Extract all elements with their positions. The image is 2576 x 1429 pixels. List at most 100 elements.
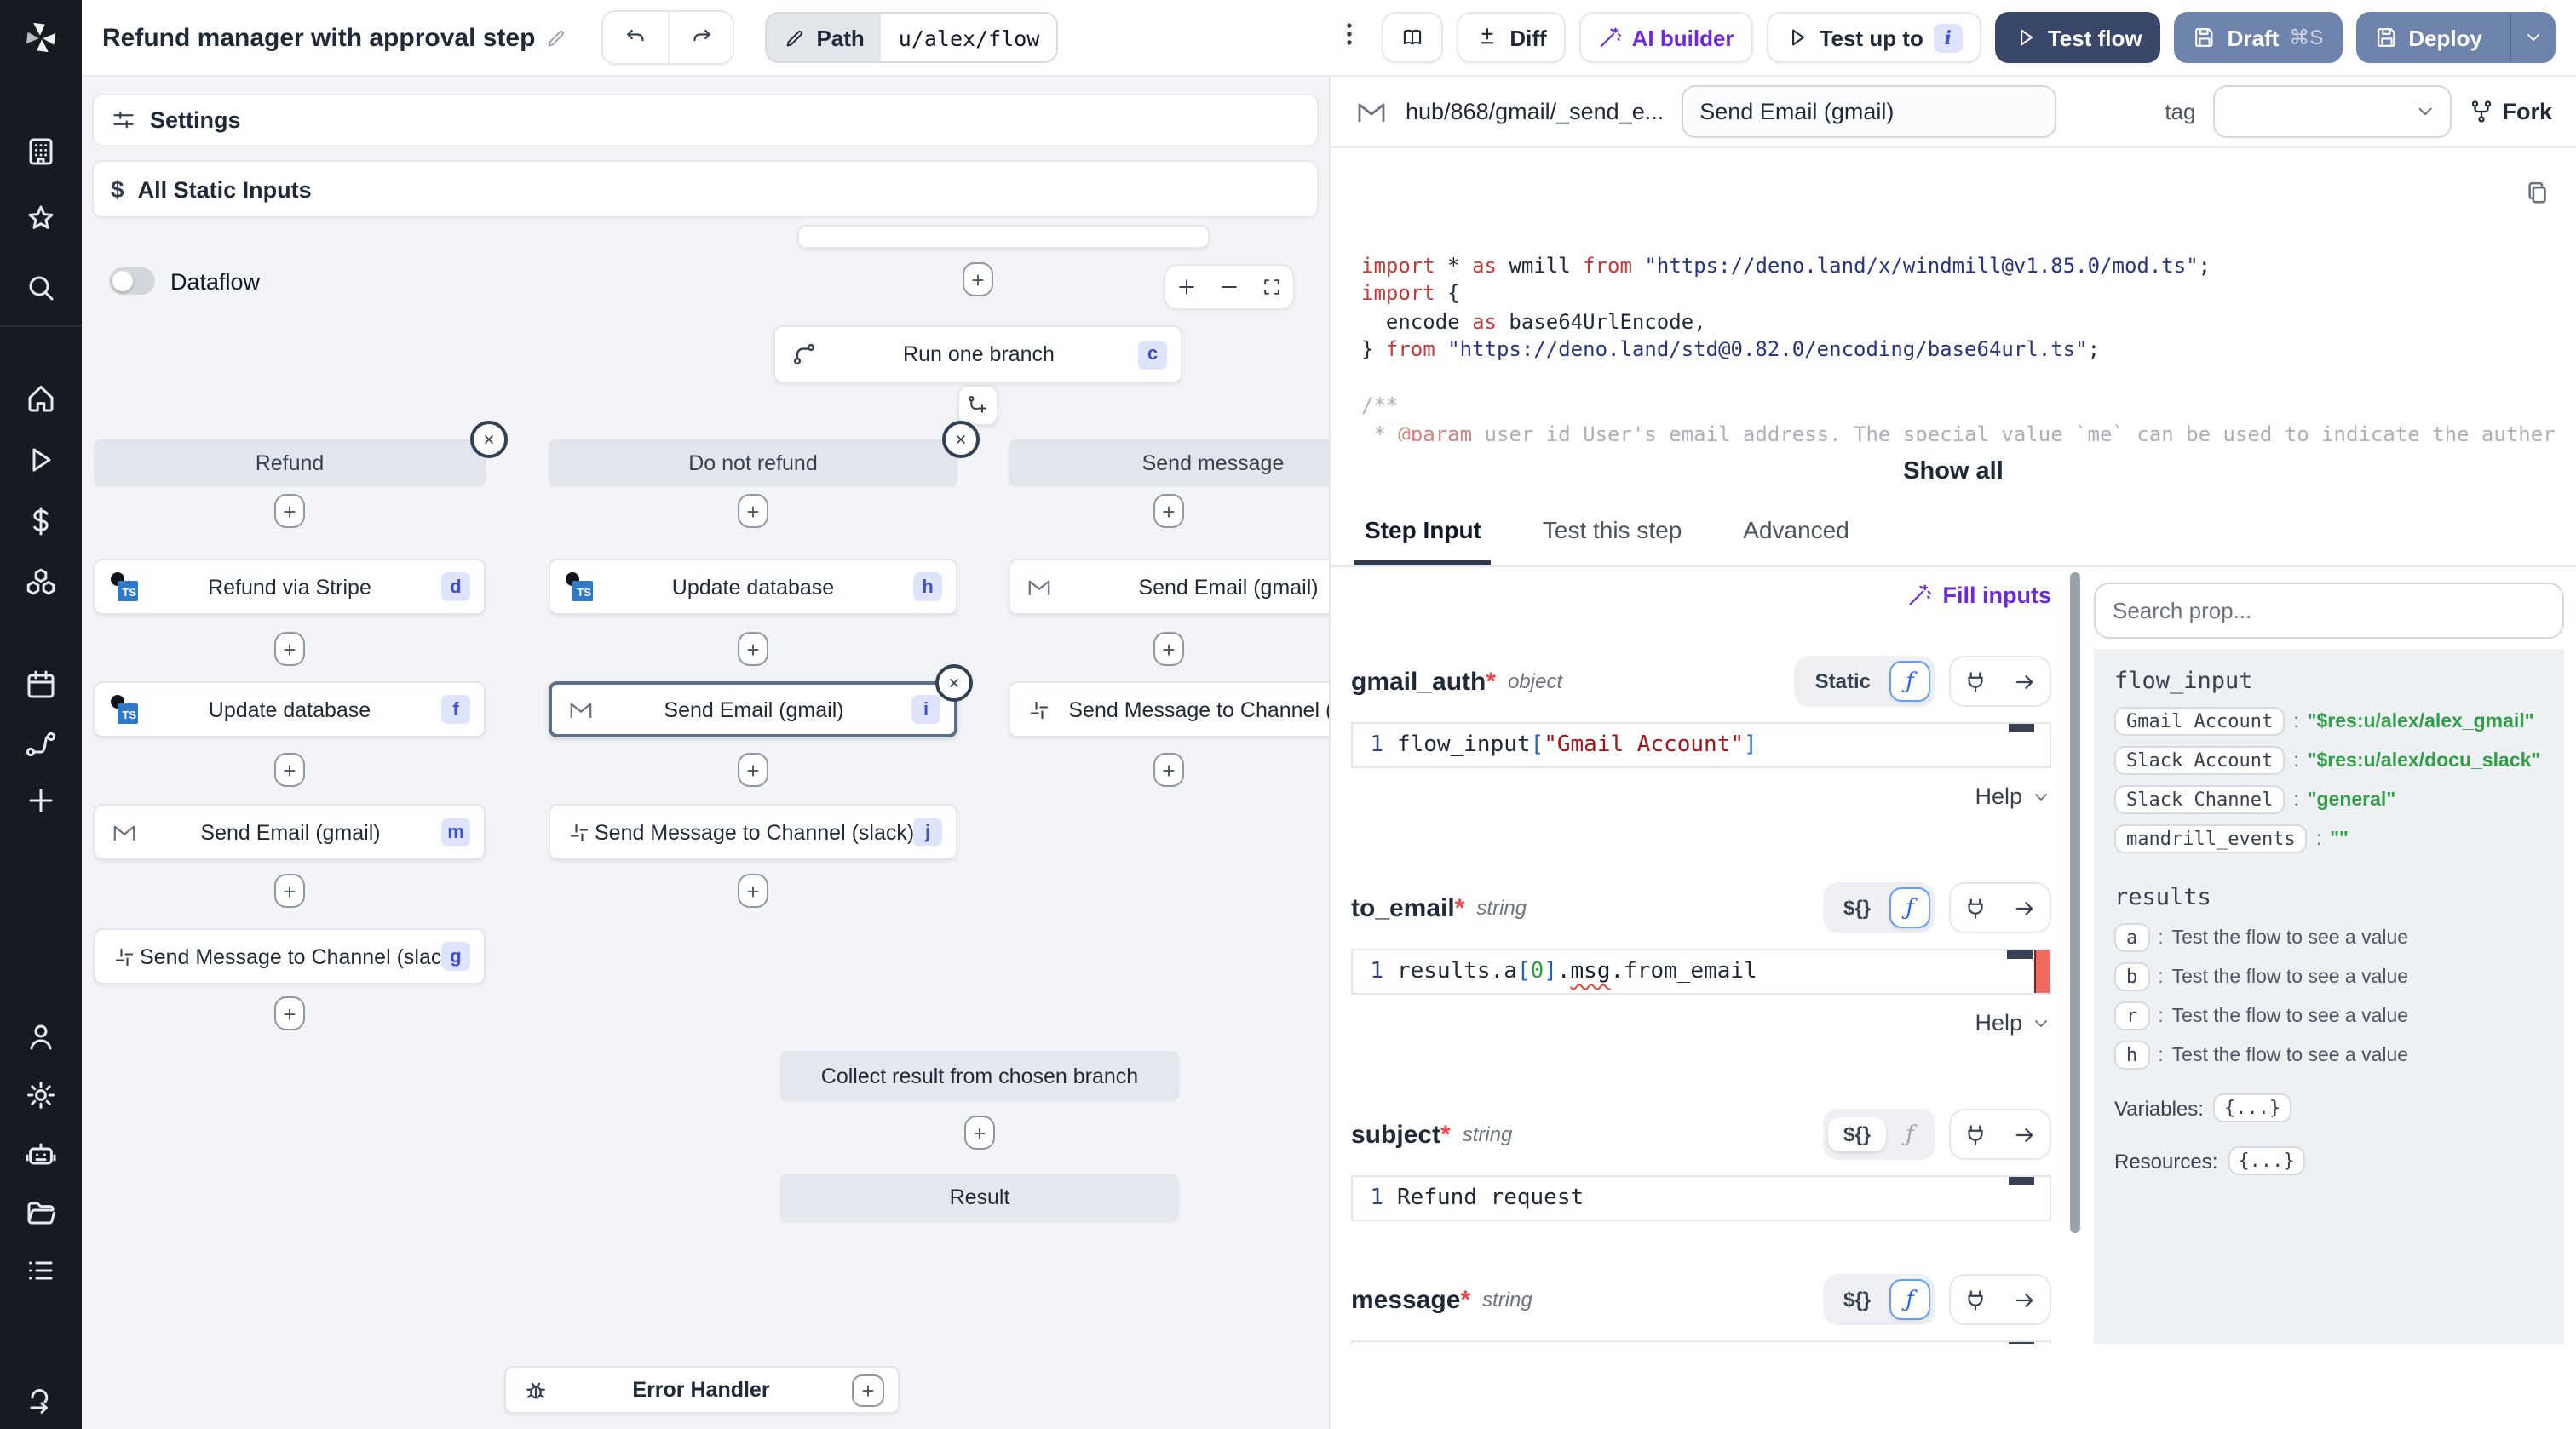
flow-step-node[interactable]: Send Message to Channel (slack) g (94, 928, 486, 984)
edit-title-icon[interactable] (545, 26, 567, 49)
template-mode-button[interactable]: ${} (1828, 1283, 1886, 1317)
variables-object-pill[interactable]: {...} (2213, 1093, 2291, 1122)
sidebar-item-settings[interactable] (24, 1078, 58, 1112)
template-mode-button[interactable]: ${} (1828, 891, 1886, 925)
sidebar-item-resources[interactable] (24, 565, 58, 600)
collect-result-node[interactable]: Collect result from chosen branch (780, 1051, 1179, 1100)
more-menu-button[interactable] (1334, 19, 1365, 56)
insert-step-button[interactable]: + (963, 262, 993, 296)
insert-step-button[interactable]: + (964, 1116, 995, 1150)
sidebar-item-runs[interactable] (24, 443, 58, 477)
prop-row[interactable]: Gmail Account: "$res:u/alex/alex_gmail" (2114, 707, 2547, 736)
branch-header[interactable]: Do not refund (549, 439, 957, 485)
sidebar-item-folders[interactable] (24, 1196, 58, 1230)
expression-editor[interactable]: 1 flow_input["Gmail Account"] (1351, 722, 2051, 768)
undo-button[interactable] (603, 12, 669, 63)
sidebar-item-logs[interactable] (24, 1254, 58, 1288)
static-mode-button[interactable]: Static (1800, 664, 1886, 698)
arrow-right-icon[interactable] (2000, 657, 2050, 705)
error-handler-node[interactable]: Error Handler + (504, 1366, 900, 1414)
result-key[interactable]: h (2114, 1041, 2150, 1070)
docs-button[interactable] (1382, 12, 1444, 63)
remove-branch-button[interactable] (942, 421, 980, 458)
step-code-preview[interactable]: import * as wmill from "https://deno.lan… (1331, 148, 2576, 441)
add-branch-button[interactable] (957, 385, 998, 426)
fullscreen-button[interactable] (1251, 266, 1293, 308)
js-expression-mode-button[interactable]: ƒ (1889, 887, 1930, 928)
sidebar-item-create[interactable] (24, 783, 58, 818)
prop-key[interactable]: Gmail Account (2114, 707, 2286, 736)
flow-step-node[interactable]: TS Update database h (549, 559, 957, 615)
result-key[interactable]: r (2114, 1001, 2150, 1030)
deploy-button[interactable]: Deploy (2355, 12, 2556, 63)
test-flow-button[interactable]: Test flow (1994, 12, 2161, 63)
insert-step-button[interactable]: + (274, 494, 305, 528)
js-expression-mode-button[interactable]: ƒ (1889, 1114, 1930, 1155)
result-row[interactable]: a: Test the flow to see a value (2114, 923, 2547, 952)
deploy-options-button[interactable] (2510, 14, 2554, 61)
zoom-out-button[interactable] (1208, 266, 1251, 308)
sidebar-item-account[interactable] (24, 1020, 58, 1054)
prop-key[interactable]: Slack Account (2114, 746, 2286, 775)
branch-node[interactable]: Run one branch c (773, 325, 1182, 383)
insert-step-button[interactable]: + (274, 632, 305, 666)
arrow-right-icon[interactable] (2000, 1110, 2050, 1158)
copy-code-icon[interactable] (2523, 179, 2552, 208)
fields-scrollbar[interactable] (2070, 572, 2080, 1233)
flow-step-node[interactable]: Send Message to Channel (slack) j (549, 804, 957, 860)
sidebar-item-variables[interactable] (24, 504, 58, 538)
tag-select[interactable] (2212, 85, 2452, 138)
flow-step-node[interactable]: Send Email (gmail) i (549, 681, 957, 737)
branch-header[interactable]: Send message (1009, 439, 1329, 485)
flow-step-node[interactable]: Send Message to Channel (slack) (1009, 681, 1329, 737)
insert-step-button[interactable]: + (274, 996, 305, 1030)
insert-step-button[interactable]: + (738, 874, 768, 908)
show-all-code-button[interactable]: Show all (1331, 441, 2576, 506)
fork-button[interactable]: Fork (2468, 99, 2552, 124)
insert-step-button[interactable]: + (1153, 753, 1184, 787)
expression-editor[interactable]: 1`Hello! \nThank you for your message. \… (1351, 1340, 2051, 1344)
insert-step-button[interactable]: + (1153, 632, 1184, 666)
insert-step-button[interactable]: + (738, 632, 768, 666)
result-row[interactable]: b: Test the flow to see a value (2114, 962, 2547, 991)
remove-step-button[interactable] (935, 664, 973, 702)
flow-step-node[interactable]: TS Update database f (94, 681, 486, 737)
fill-inputs-button[interactable]: Fill inputs (1351, 583, 2051, 608)
template-mode-button[interactable]: ${} (1827, 1117, 1886, 1151)
insert-step-button[interactable]: + (274, 753, 305, 787)
result-row[interactable]: r: Test the flow to see a value (2114, 1001, 2547, 1030)
help-toggle[interactable]: Help (1351, 1010, 2051, 1036)
search-prop-input[interactable] (2094, 583, 2564, 639)
resources-object-pill[interactable]: {...} (2228, 1146, 2305, 1175)
prop-key[interactable]: Slack Channel (2114, 785, 2286, 814)
zoom-in-button[interactable] (1165, 266, 1208, 308)
sidebar-item-workspace[interactable] (24, 135, 58, 169)
sidebar-item-favorites[interactable] (24, 203, 58, 237)
prop-row[interactable]: Slack Account: "$res:u/alex/docu_slack" (2114, 746, 2547, 775)
plug-icon[interactable] (1951, 1276, 2000, 1323)
sidebar-item-home[interactable] (24, 382, 58, 416)
insert-step-button[interactable]: + (274, 874, 305, 908)
flow-step-node[interactable]: TS Refund via Stripe d (94, 559, 486, 615)
remove-branch-button[interactable] (470, 421, 508, 458)
flow-step-node[interactable]: Send Email (gmail) m (94, 804, 486, 860)
test-up-to-button[interactable]: Test up to i (1766, 12, 1981, 63)
plug-icon[interactable] (1951, 1110, 2000, 1158)
add-error-handler-button[interactable]: + (852, 1374, 884, 1406)
help-toggle[interactable]: Help (1351, 783, 2051, 809)
flow-step-node[interactable]: Send Email (gmail) (1009, 559, 1329, 615)
plug-icon[interactable] (1951, 884, 2000, 932)
hub-script-path[interactable]: hub/868/gmail/_send_e... (1406, 99, 1664, 124)
arrow-right-icon[interactable] (2000, 884, 2050, 932)
tab-advanced[interactable]: Advanced (1743, 506, 1849, 565)
result-node[interactable]: Result (780, 1174, 1179, 1221)
flow-input-node[interactable] (797, 225, 1210, 249)
sidebar-item-collapse[interactable] (24, 1385, 58, 1419)
ai-builder-button[interactable]: AI builder (1578, 12, 1753, 63)
result-row[interactable]: h: Test the flow to see a value (2114, 1041, 2547, 1070)
prop-row[interactable]: Slack Channel: "general" (2114, 785, 2547, 814)
diff-button[interactable]: Diff (1457, 12, 1566, 63)
prop-key[interactable]: mandrill_events (2114, 824, 2308, 853)
expression-editor[interactable]: 1 Refund request (1351, 1175, 2051, 1221)
tab-test-this-step[interactable]: Test this step (1543, 506, 1682, 565)
